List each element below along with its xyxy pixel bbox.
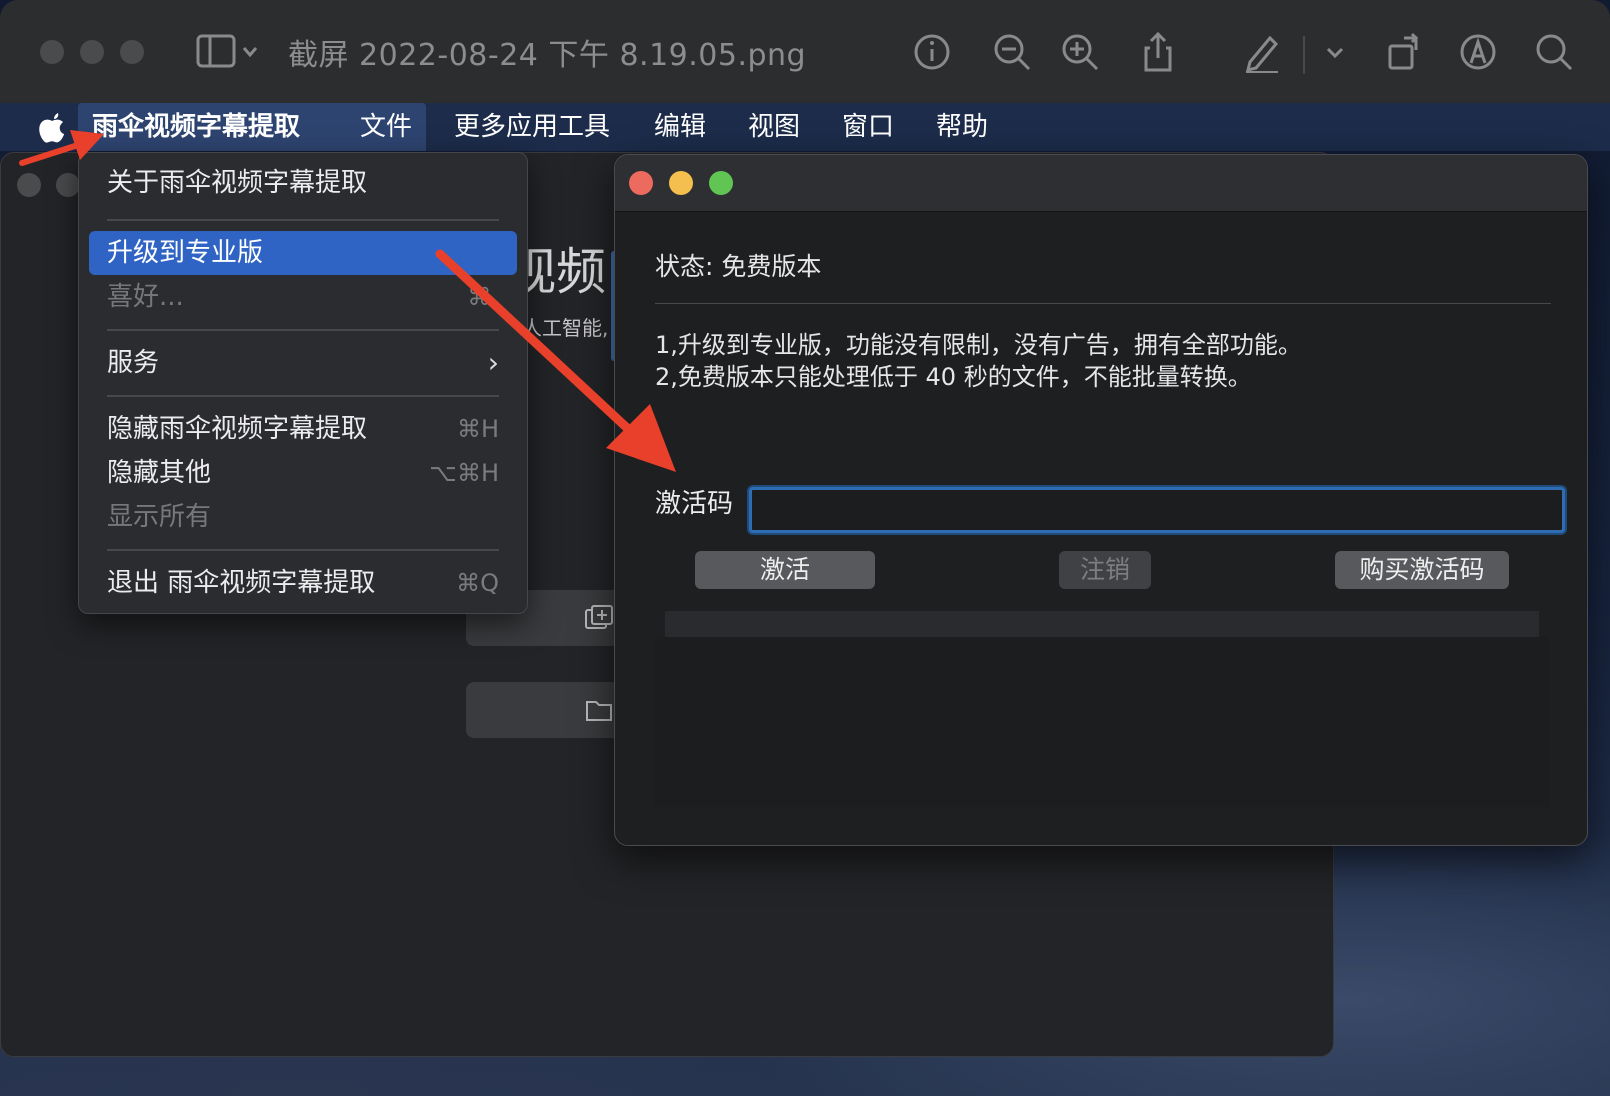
menu-item-shortcut: ⌘Q (456, 569, 499, 597)
chevron-right-icon: › (487, 346, 499, 379)
app-minimize-button[interactable] (56, 173, 80, 197)
menu-view[interactable]: 视图 (734, 103, 814, 151)
menu-item-label: 显示所有 (107, 502, 212, 532)
activation-window: 状态: 免费版本 1,升级到专业版，功能没有限制，没有广告，拥有全部功能。 2,… (614, 154, 1588, 846)
pro-benefit-line: 1,升级到专业版，功能没有限制，没有广告，拥有全部功能。 (655, 331, 1302, 359)
menu-item-hide-app[interactable]: 隐藏雨伞视频字幕提取 ⌘H (89, 407, 517, 451)
preview-window: 截屏 2022-08-24 下午 8.19.05.png 视频 人工智能, 雨伞… (0, 0, 1610, 1096)
activation-code-input[interactable] (749, 487, 1565, 533)
menu-item-preferences[interactable]: 喜好... ⌘, (89, 275, 517, 319)
menu-item-about[interactable]: 关于雨伞视频字幕提取 (89, 161, 517, 205)
menu-help[interactable]: 帮助 (922, 103, 1002, 151)
activation-code-label: 激活码 (655, 489, 734, 519)
menu-separator (107, 395, 499, 397)
menu-item-label: 升级到专业版 (107, 238, 264, 268)
buy-code-button[interactable]: 购买激活码 (1335, 551, 1509, 589)
license-status: 状态: 免费版本 (655, 252, 822, 281)
app-close-button[interactable] (17, 173, 41, 197)
search-icon[interactable] (1532, 30, 1576, 74)
preview-zoom-button[interactable] (120, 40, 144, 64)
menu-item-label: 退出 雨伞视频字幕提取 (107, 568, 376, 598)
info-icon[interactable] (910, 30, 954, 74)
activation-zoom-button[interactable] (709, 171, 733, 195)
toolbar-divider (1303, 36, 1305, 74)
activation-divider (655, 303, 1551, 304)
zoom-in-icon[interactable] (1058, 30, 1102, 74)
preview-close-button[interactable] (40, 40, 64, 64)
activation-close-button[interactable] (629, 171, 653, 195)
markup-pen-icon[interactable] (1240, 30, 1284, 74)
folder-icon (584, 696, 614, 724)
chevron-down-icon[interactable] (1320, 30, 1350, 74)
activation-minimize-button[interactable] (669, 171, 693, 195)
deactivate-button[interactable]: 注销 (1059, 551, 1151, 589)
menu-item-quit[interactable]: 退出 雨伞视频字幕提取 ⌘Q (89, 561, 517, 605)
menu-item-show-all[interactable]: 显示所有 (89, 495, 517, 539)
free-limit-line: 2,免费版本只能处理低于 40 秒的文件，不能批量转换。 (655, 363, 1252, 391)
rotate-icon[interactable] (1382, 30, 1426, 74)
sidebar-toggle-icon[interactable] (194, 30, 264, 74)
menu-item-shortcut: ⌘, (467, 283, 499, 311)
menu-item-shortcut: ⌥⌘H (429, 459, 499, 487)
menu-item-label: 服务 (107, 348, 160, 378)
menu-edit[interactable]: 编辑 (640, 103, 720, 151)
apple-logo-icon[interactable] (36, 110, 68, 144)
menu-separator (107, 549, 499, 551)
add-window-icon (584, 604, 614, 632)
menu-separator (107, 329, 499, 331)
app-subheading: 人工智能, (522, 316, 609, 340)
menu-window[interactable]: 窗口 (828, 103, 908, 151)
message-area (655, 637, 1549, 807)
menu-item-label: 隐藏其他 (107, 458, 212, 488)
menu-item-shortcut: ⌘H (456, 415, 499, 443)
preview-minimize-button[interactable] (80, 40, 104, 64)
menu-item-label: 关于雨伞视频字幕提取 (107, 168, 368, 198)
menu-more-tools[interactable]: 更多应用工具 (440, 103, 624, 151)
menu-item-label: 隐藏雨伞视频字幕提取 (107, 414, 368, 444)
menu-item-services[interactable]: 服务 › (89, 341, 517, 385)
preview-toolbar: 截屏 2022-08-24 下午 8.19.05.png (0, 0, 1610, 104)
app-menu-dropdown: 关于雨伞视频字幕提取 升级到专业版 喜好... ⌘, 服务 › 隐藏雨伞视频字幕… (78, 152, 528, 614)
menu-item-hide-others[interactable]: 隐藏其他 ⌥⌘H (89, 451, 517, 495)
progress-bar (665, 611, 1539, 637)
activation-titlebar (615, 155, 1587, 212)
menu-separator (107, 219, 499, 221)
menu-item-upgrade[interactable]: 升级到专业版 (89, 231, 517, 275)
markup-toolbar-icon[interactable] (1456, 30, 1500, 74)
menu-bar: 雨伞视频字幕提取 文件 更多应用工具 编辑 视图 窗口 帮助 (0, 103, 1610, 151)
zoom-out-icon[interactable] (990, 30, 1034, 74)
activate-button[interactable]: 激活 (695, 551, 875, 589)
app-open-folder-button[interactable] (466, 682, 626, 738)
menu-file[interactable]: 文件 (346, 103, 426, 151)
share-icon[interactable] (1136, 30, 1180, 74)
preview-window-title: 截屏 2022-08-24 下午 8.19.05.png (288, 38, 807, 73)
menu-item-label: 喜好... (107, 282, 184, 312)
